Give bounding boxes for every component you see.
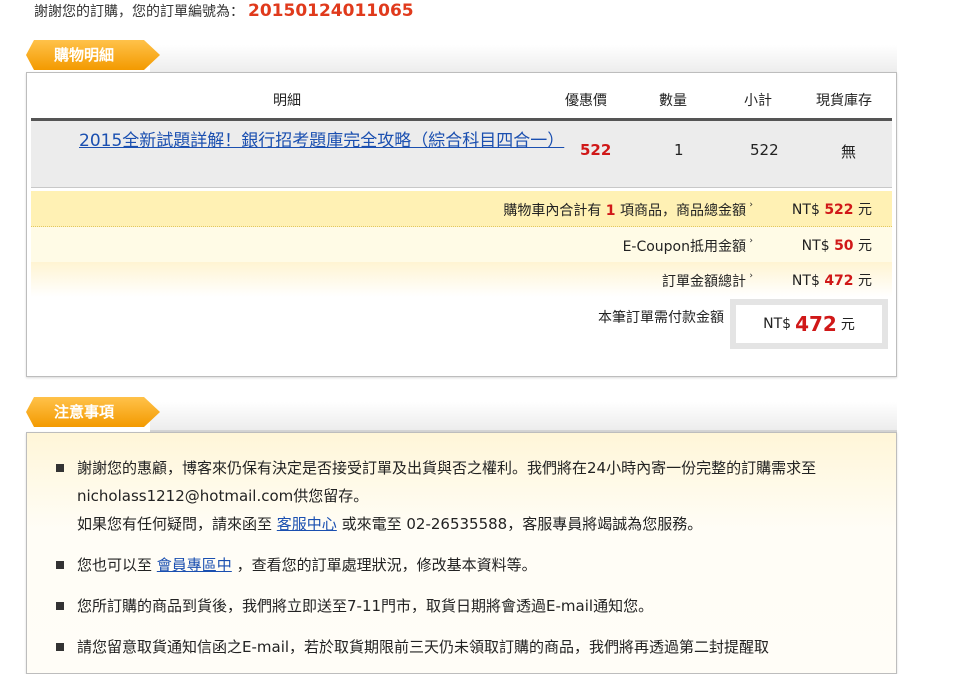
- currency: NT$: [791, 273, 820, 289]
- order-total-row: 訂單金額總計 › NT$ 472 元: [31, 262, 892, 297]
- order-number: 20150124011065: [248, 1, 414, 21]
- item-count: 1: [605, 203, 616, 219]
- order-prefix: 謝謝您的訂購，您的訂單編號為：: [34, 4, 244, 20]
- cart-section-title: 購物明細: [26, 40, 160, 70]
- note-text: 您也可以至: [77, 556, 153, 574]
- unit: 元: [858, 273, 872, 289]
- col-price: 優惠價: [565, 93, 607, 109]
- notes-panel: 謝謝您的惠顧，博客來仍保有決定是否接受訂單及出貨與否之權利。我們將在24小時內寄…: [26, 432, 897, 674]
- product-subtotal: 522: [750, 141, 779, 159]
- notes-section-bar: [150, 402, 897, 432]
- order-total-label: 訂單金額總計: [662, 274, 746, 290]
- currency: NT$: [791, 202, 820, 218]
- note-1-contact: 如果您有任何疑問，請來函至 客服中心 或來電至 02-26535588，客服專員…: [77, 510, 867, 538]
- unit: 元: [840, 317, 855, 333]
- cart-count-row: 購物車內合計有 1 項商品，商品總金額 › NT$ 522 元: [31, 191, 892, 227]
- pay-row: 本筆訂單需付款金額 NT$ 472 元: [31, 298, 892, 352]
- col-detail: 明細: [273, 93, 301, 109]
- unit: 元: [858, 202, 872, 218]
- bullet-icon: [56, 602, 64, 610]
- coupon-row: E-Coupon抵用金額 › NT$ 50 元: [31, 227, 892, 263]
- list-item: 您所訂購的商品到貨後，我們將立即送至7-11門市，取貨日期將會透過E-mail通…: [56, 592, 867, 620]
- product-stock: 無: [841, 143, 857, 161]
- member-area-link[interactable]: 會員專區中: [157, 556, 232, 574]
- arrow-icon: ›: [749, 200, 753, 210]
- notes-section-title: 注意事項: [26, 397, 160, 427]
- order-total-amount: NT$ 472 元: [792, 270, 872, 290]
- total-amount: 522: [824, 202, 854, 218]
- col-subtotal: 小計: [744, 93, 772, 109]
- pay-amount: 472: [795, 312, 837, 336]
- product-price: 522: [580, 141, 612, 159]
- cart-section-bar: [150, 45, 897, 75]
- product-title-link[interactable]: 2015全新試題詳解！銀行招考題庫完全攻略（綜合科目四合一）: [79, 129, 564, 154]
- arrow-icon: ›: [749, 236, 753, 246]
- count-suffix: 項商品，商品總金額: [620, 203, 746, 219]
- coupon-label: E-Coupon抵用金額: [622, 239, 746, 255]
- note-text: 或來電至 02-26535588，客服專員將竭誠為您服務。: [341, 515, 703, 533]
- cart-table: 明細 優惠價 數量 小計 現貨庫存 2015全新試題詳解！銀行招考題庫完全攻略（…: [31, 77, 892, 188]
- pay-amount-box: NT$ 472 元: [730, 299, 888, 349]
- note-text: ，查看您的訂單處理狀況，修改基本資料等。: [236, 556, 537, 574]
- cart-count-label: 購物車內合計有 1 項商品，商品總金額: [503, 200, 746, 220]
- cart-panel: 明細 優惠價 數量 小計 現貨庫存 2015全新試題詳解！銀行招考題庫完全攻略（…: [26, 72, 897, 377]
- unit: 元: [858, 238, 872, 254]
- table-header: 明細 優惠價 數量 小計 現貨庫存: [31, 77, 892, 121]
- bullet-icon: [56, 561, 64, 569]
- currency: NT$: [801, 238, 830, 254]
- table-row: 2015全新試題詳解！銀行招考題庫完全攻略（綜合科目四合一） 522 1 522…: [31, 121, 892, 188]
- count-prefix: 購物車內合計有: [503, 203, 602, 219]
- coupon-value: 50: [834, 238, 854, 254]
- col-stock: 現貨庫存: [816, 93, 872, 109]
- list-item: 謝謝您的惠顧，博客來仍保有決定是否接受訂單及出貨與否之權利。我們將在24小時內寄…: [56, 454, 867, 538]
- coupon-amount: NT$ 50 元: [802, 235, 872, 255]
- currency: NT$: [763, 316, 792, 332]
- list-item: 請您留意取貨通知信函之E-mail，若於取貨期限前三天仍未領取訂購的商品，我們將…: [56, 633, 867, 661]
- order-total-value: 472: [824, 273, 854, 289]
- note-text: 請您留意取貨通知信函之E-mail，若於取貨期限前三天仍未領取訂購的商品，我們將…: [77, 638, 770, 656]
- pay-label: 本筆訂單需付款金額: [598, 310, 724, 326]
- arrow-icon: ›: [749, 271, 753, 281]
- bullet-icon: [56, 464, 64, 472]
- note-text: 您所訂購的商品到貨後，我們將立即送至7-11門市，取貨日期將會透過E-mail通…: [77, 597, 654, 615]
- col-qty: 數量: [659, 93, 687, 109]
- note-1-text: 謝謝您的惠顧，博客來仍保有決定是否接受訂單及出貨與否之權利。我們將在24小時內寄…: [77, 459, 817, 505]
- note-text: 如果您有任何疑問，請來函至: [77, 515, 273, 533]
- list-item: 您也可以至 會員專區中 ，查看您的訂單處理狀況，修改基本資料等。: [56, 551, 867, 579]
- product-qty: 1: [674, 141, 684, 159]
- bullet-icon: [56, 643, 64, 651]
- cart-total: NT$ 522 元: [792, 199, 872, 219]
- customer-service-link[interactable]: 客服中心: [277, 515, 337, 533]
- order-confirmation: 謝謝您的訂購，您的訂單編號為： 20150124011065: [34, 1, 414, 21]
